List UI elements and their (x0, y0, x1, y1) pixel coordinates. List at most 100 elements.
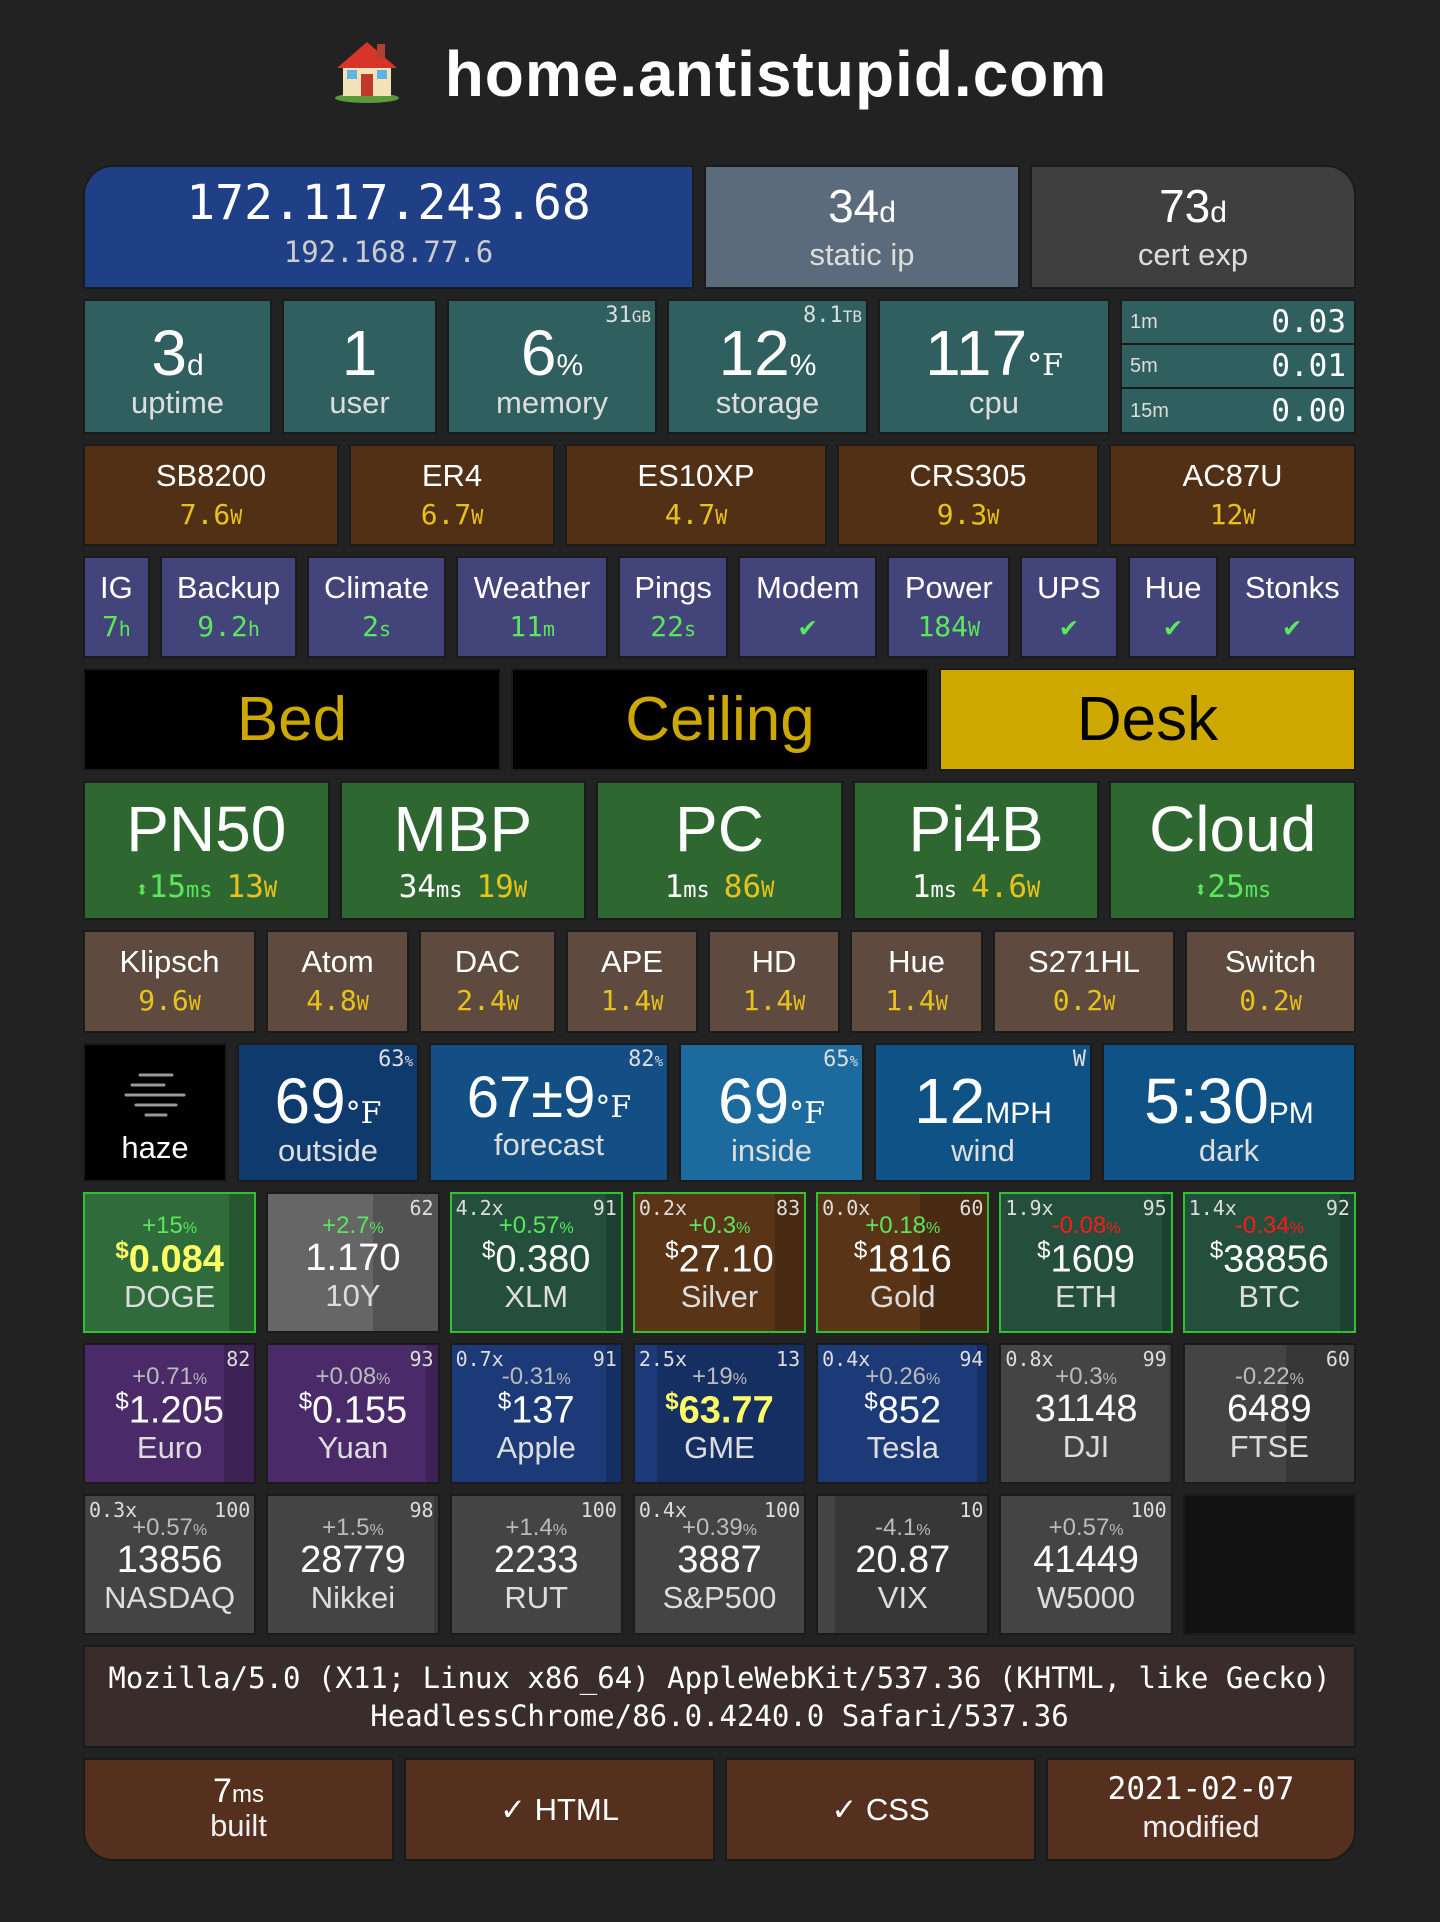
weather-condition: haze (121, 1130, 189, 1165)
users-value: 1 (341, 317, 378, 389)
peripheral-name: HD (751, 944, 797, 979)
haze-icon (124, 1073, 186, 1117)
site-domain: home.antistupid.com (444, 38, 1108, 110)
ticker-xlm: +0.57% $0.380 XLM 4.2x 91 (449, 1192, 623, 1333)
device-name: CRS305 (909, 458, 1027, 493)
ticker-s-p500: +0.39% 3887 S&P500 0.4x 100 (632, 1494, 807, 1635)
peripheral-name: S271HL (1027, 944, 1141, 979)
host-name: PN50 (126, 793, 287, 865)
storage-total: 8.1 (802, 303, 843, 328)
peripheral-watts-unit: W (356, 991, 369, 1015)
ticker-price: 63.77 (678, 1389, 774, 1432)
ticker-range-position: 100 (1130, 1498, 1167, 1522)
percent-unit: % (742, 1522, 757, 1539)
ticker-price: 2233 (493, 1539, 579, 1581)
ticker-ftse: -0.22% 6489 FTSE 60 (1182, 1343, 1356, 1484)
updown-arrow-icon: ⬍ (135, 878, 149, 903)
load-value: 0.03 (1271, 304, 1346, 340)
uptime-unit: d (186, 349, 204, 382)
ticker-change: +0.57 (1048, 1514, 1110, 1541)
load-row-15m: 15m 0.00 (1122, 389, 1354, 432)
wind-speed: 12 (914, 1065, 986, 1137)
service-unit: W (968, 617, 981, 641)
load-row-1m: 1m 0.03 (1122, 301, 1354, 345)
ticker-change: +2.7 (322, 1212, 370, 1239)
service-status: ✔ (1283, 610, 1301, 643)
host-ping-unit: ms (186, 878, 213, 903)
device-watts: 7.6 (179, 498, 231, 531)
ticker-price: 1609 (1050, 1238, 1135, 1281)
ticker-range-position: 83 (776, 1196, 801, 1220)
host-pc: PC 1ms 86W (596, 781, 843, 920)
html-valid-badge[interactable]: ✓ HTML (404, 1758, 715, 1861)
host-ping-unit: ms (1244, 878, 1272, 903)
peripheral-s271hl: S271HL 0.2W (993, 930, 1175, 1033)
host-watts: 13 (226, 869, 264, 905)
ticker-name: Tesla (866, 1430, 939, 1466)
ticker-change: +0.18 (865, 1212, 927, 1239)
ticker-name: GME (684, 1430, 755, 1466)
service-unit: s (683, 617, 697, 641)
host-watts: 86 (723, 869, 762, 905)
device-watts-unit: W (1243, 505, 1256, 529)
percent-unit: % (1109, 1522, 1124, 1539)
peripheral-name: Atom (301, 944, 374, 979)
humidity-unit: % (654, 1054, 663, 1070)
ticker-range-position: 91 (592, 1347, 617, 1371)
service-weather: Weather 11m (455, 556, 609, 658)
ticker-name: S&P500 (662, 1579, 777, 1615)
forecast-temp: 67±9 (466, 1065, 596, 1130)
build-time-unit: ms (231, 1781, 264, 1808)
humidity-unit: % (404, 1054, 413, 1070)
service-name: Weather (473, 570, 591, 605)
host-name: Pi4B (908, 793, 1044, 865)
service-climate: Climate 2s (307, 556, 446, 658)
load-period: 5m (1130, 354, 1158, 377)
ticker-price: 20.87 (855, 1539, 951, 1581)
temp-unit: °F (789, 1096, 825, 1131)
ticker-volume-multiple: 0.0x (822, 1196, 871, 1220)
ticker-yuan: +0.08% $0.155 Yuan 93 (266, 1343, 440, 1484)
ticker-range-position: 99 (1142, 1347, 1167, 1371)
ticker-volume-multiple: 0.4x (638, 1498, 688, 1522)
service-ig: IG 7h (83, 556, 150, 658)
uptime-label: uptime (130, 385, 225, 420)
device-es10xp: ES10XP 4.7W (565, 444, 827, 546)
ticker-range-position: 10 (959, 1498, 984, 1522)
ticker-price: 137 (511, 1389, 575, 1432)
device-name: ER4 (421, 458, 483, 493)
light-desk[interactable]: Desk (939, 668, 1356, 771)
ticker-name: XLM (504, 1279, 569, 1315)
service-backup: Backup 9.2h (159, 556, 298, 658)
peripheral-watts: 0.2 (1052, 984, 1104, 1017)
ticker-price: 27.10 (678, 1238, 774, 1281)
device-name: AC87U (1182, 458, 1283, 493)
ticker-name: W5000 (1036, 1579, 1136, 1615)
peripheral-watts: 9.6 (138, 984, 189, 1017)
light-ceiling[interactable]: Ceiling (511, 668, 929, 771)
css-label: ✓ CSS (831, 1792, 930, 1827)
service-status: 22 (650, 610, 684, 643)
modified-date: 2021-02-07 (1107, 1771, 1295, 1807)
service-status: ✔ (1164, 610, 1182, 643)
ticker-range-position: 100 (764, 1498, 801, 1522)
currency-symbol: $ (853, 1237, 868, 1264)
ticker-range-position: 93 (409, 1347, 434, 1371)
ticker-change: +0.57 (498, 1212, 560, 1239)
static-ip-label: static ip (809, 237, 915, 272)
service-hue: Hue ✔ (1127, 556, 1219, 658)
ticker-change: -4.1 (874, 1514, 917, 1541)
light-bed[interactable]: Bed (83, 668, 501, 771)
host-ping-unit: ms (930, 878, 958, 903)
currency-symbol: $ (115, 1237, 129, 1264)
storage-total-unit: TB (842, 307, 862, 326)
percent-unit: % (926, 1371, 941, 1388)
outside-temp-tile: 63% 69°F outside (237, 1043, 419, 1182)
public-ip: 172.117.243.68 (186, 175, 591, 231)
css-valid-badge[interactable]: ✓ CSS (725, 1758, 1036, 1861)
host-watts: 19 (476, 869, 514, 905)
cert-label: cert exp (1137, 237, 1249, 272)
ticker-price: 0.380 (495, 1238, 591, 1281)
host-cloud: Cloud ⬍25ms (1109, 781, 1356, 920)
temp-unit: °F (345, 1096, 382, 1131)
